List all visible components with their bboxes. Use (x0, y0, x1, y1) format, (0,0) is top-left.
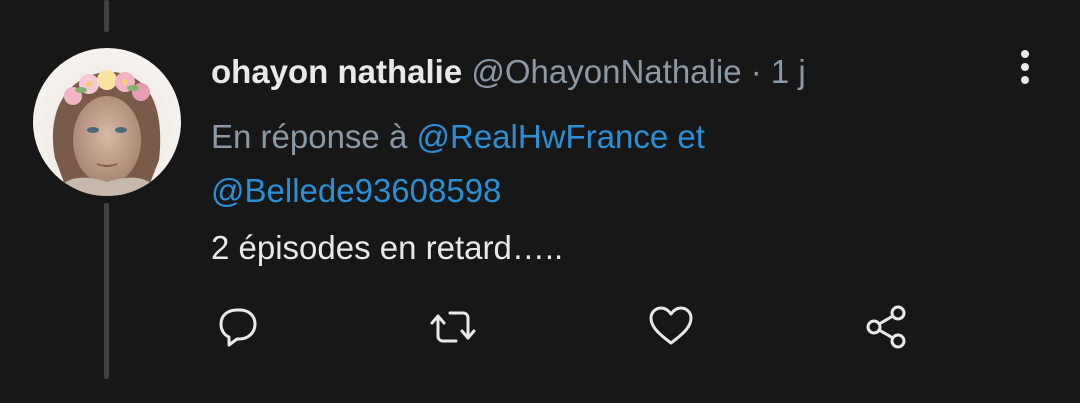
like-button[interactable] (646, 302, 696, 352)
share-icon (866, 305, 906, 349)
separator: · (750, 53, 762, 90)
tweet-header: ohayon nathalie @OhayonNathalie · 1 j (211, 52, 806, 92)
reply-prefix: En réponse à (211, 118, 408, 155)
reply-button[interactable] (213, 302, 263, 352)
avatar-photo (33, 48, 181, 196)
share-button[interactable] (862, 302, 912, 352)
reply-mention-realhwfrance[interactable]: @RealHwFrance (416, 118, 668, 155)
more-options-button[interactable] (1010, 48, 1040, 88)
timestamp[interactable]: 1 j (771, 53, 806, 90)
thread-line-top (104, 0, 109, 32)
retweet-icon (430, 311, 476, 343)
like-icon (649, 306, 693, 345)
more-vertical-icon (1021, 50, 1029, 84)
tweet-text: 2 épisodes en retard….. (211, 229, 564, 266)
reply-context: En réponse à @RealHwFrance et @Bellede93… (211, 110, 1011, 218)
avatar[interactable] (33, 48, 181, 196)
reply-conjunction: et (677, 118, 705, 155)
thread-line-bottom (104, 203, 109, 379)
author-handle[interactable]: @OhayonNathalie (471, 53, 741, 90)
tweet-card[interactable]: ohayon nathalie @OhayonNathalie · 1 j En… (0, 0, 1080, 403)
retweet-button[interactable] (428, 302, 478, 352)
reply-mention-bellede[interactable]: @Bellede93608598 (211, 172, 501, 209)
author-name[interactable]: ohayon nathalie (211, 53, 462, 90)
reply-icon (219, 308, 257, 347)
